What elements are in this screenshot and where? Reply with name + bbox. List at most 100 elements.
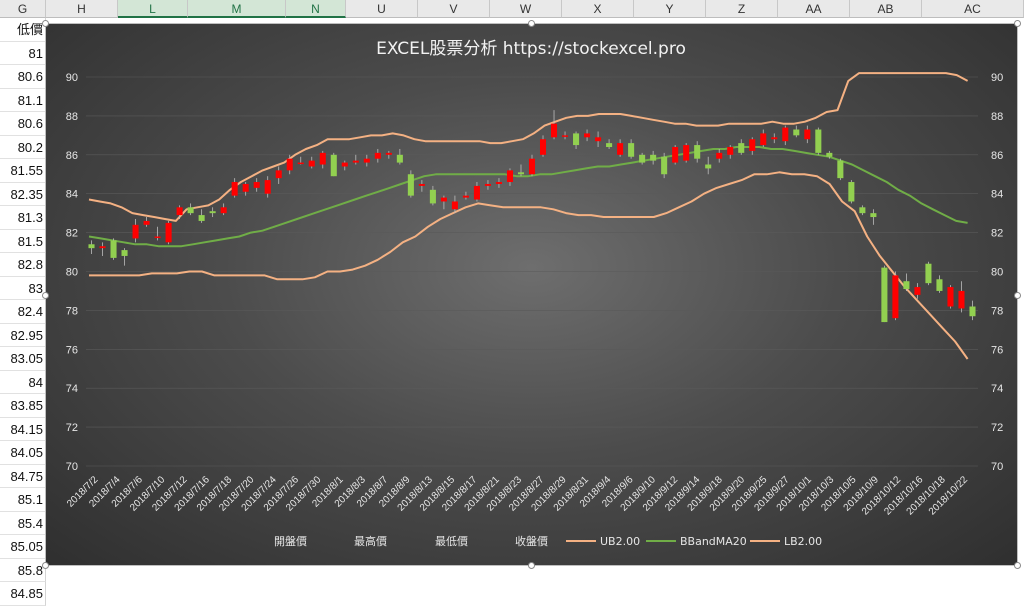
cell[interactable]: 81.5: [0, 229, 46, 253]
column-header[interactable]: H: [46, 0, 118, 18]
column-header[interactable]: Z: [706, 0, 778, 18]
candle: [154, 226, 161, 241]
candle-body: [495, 182, 502, 184]
candle-body: [639, 154, 646, 163]
cell[interactable]: 82.35: [0, 182, 46, 206]
candle: [550, 110, 558, 140]
resize-handle-top-left[interactable]: [42, 20, 49, 27]
cell[interactable]: 84.75: [0, 464, 46, 488]
candle: [341, 160, 348, 171]
resize-handle-top[interactable]: [528, 20, 535, 27]
candle: [143, 217, 150, 227]
cell[interactable]: 低價: [0, 18, 46, 42]
cell[interactable]: 85.8: [0, 558, 46, 582]
y-tick-label: 74: [991, 383, 1003, 395]
cell[interactable]: 85.05: [0, 535, 46, 559]
cell[interactable]: 81.1: [0, 88, 46, 112]
candle: [495, 178, 502, 188]
candle: [484, 180, 491, 190]
cell[interactable]: 83.85: [0, 394, 46, 418]
candle-body: [286, 158, 293, 171]
candle-body: [352, 160, 359, 163]
y-tick-label: 74: [66, 383, 78, 395]
candle-body: [771, 137, 778, 140]
y-tick-label: 72: [991, 422, 1003, 434]
resize-handle-left[interactable]: [42, 292, 49, 299]
legend-label: 最高價: [354, 534, 387, 548]
legend-item: 最低價: [435, 534, 468, 548]
cell[interactable]: 80.2: [0, 135, 46, 159]
candle: [782, 125, 789, 146]
resize-handle-bottom[interactable]: [528, 562, 535, 569]
cell[interactable]: 81: [0, 41, 46, 65]
cell[interactable]: 82.4: [0, 300, 46, 324]
candle: [694, 141, 701, 163]
y-tick-label: 90: [991, 72, 1003, 84]
cell[interactable]: 83: [0, 276, 46, 300]
candle: [418, 180, 425, 192]
cell[interactable]: 80.6: [0, 65, 46, 89]
resize-handle-top-right[interactable]: [1014, 20, 1021, 27]
candle-body: [484, 183, 491, 186]
candle-body: [947, 287, 954, 307]
candle: [683, 143, 690, 163]
column-header[interactable]: N: [286, 0, 346, 18]
cell[interactable]: 80.6: [0, 112, 46, 136]
candle: [771, 133, 778, 144]
y-tick-label: 80: [66, 267, 78, 279]
column-header[interactable]: V: [418, 0, 490, 18]
column-header[interactable]: AA: [778, 0, 850, 18]
y-tick-label: 90: [66, 72, 78, 84]
column-header[interactable]: AB: [850, 0, 922, 18]
stock-chart[interactable]: EXCEL股票分析 https://stockexcel.pro 70 72 74 7…: [42, 20, 1021, 569]
candle: [936, 275, 943, 293]
cell[interactable]: 83.05: [0, 347, 46, 371]
column-header[interactable]: G: [0, 0, 46, 18]
cell[interactable]: 81.55: [0, 159, 46, 183]
y-tick-label: 76: [66, 344, 78, 356]
candle-body: [826, 152, 833, 157]
column-header[interactable]: AC: [922, 0, 1024, 18]
candle-body: [385, 152, 392, 155]
candle-body: [132, 224, 139, 239]
candle: [253, 178, 260, 192]
candle-body: [462, 195, 469, 198]
cell[interactable]: 81.3: [0, 206, 46, 230]
cell[interactable]: 84.05: [0, 441, 46, 465]
resize-handle-right[interactable]: [1014, 292, 1021, 299]
column-header[interactable]: Y: [634, 0, 706, 18]
candle-body: [859, 207, 866, 214]
column-header[interactable]: X: [562, 0, 634, 18]
candle-body: [242, 183, 249, 192]
candle: [506, 168, 514, 186]
resize-handle-bottom-right[interactable]: [1014, 562, 1021, 569]
candle-body: [99, 246, 106, 249]
candle-body: [506, 170, 514, 183]
candle: [914, 283, 921, 299]
upper-band-line: [88, 72, 969, 222]
cell[interactable]: 85.4: [0, 511, 46, 535]
candle-body: [573, 133, 580, 146]
column-header[interactable]: L: [118, 0, 188, 18]
column-header[interactable]: U: [346, 0, 418, 18]
column-header[interactable]: M: [188, 0, 286, 18]
candle: [837, 158, 844, 181]
candle: [462, 191, 469, 200]
resize-handle-bottom-left[interactable]: [42, 562, 49, 569]
cell[interactable]: 82.8: [0, 253, 46, 277]
candle-body: [683, 145, 690, 161]
candle: [176, 205, 183, 219]
lower-band-line: [89, 171, 969, 360]
candle: [165, 220, 172, 245]
y-axis-left: 70 72 74 76 78 80 82 84 86 88 90: [66, 72, 78, 473]
candle: [121, 248, 128, 266]
candle-body: [705, 164, 712, 169]
cell[interactable]: 84.15: [0, 417, 46, 441]
cell[interactable]: 82.95: [0, 323, 46, 347]
candle: [275, 166, 282, 184]
column-header[interactable]: W: [490, 0, 562, 18]
cell[interactable]: 85.1: [0, 488, 46, 512]
cell[interactable]: 84: [0, 370, 46, 394]
cell[interactable]: 84.85: [0, 582, 46, 606]
y-tick-label: 80: [991, 267, 1003, 279]
